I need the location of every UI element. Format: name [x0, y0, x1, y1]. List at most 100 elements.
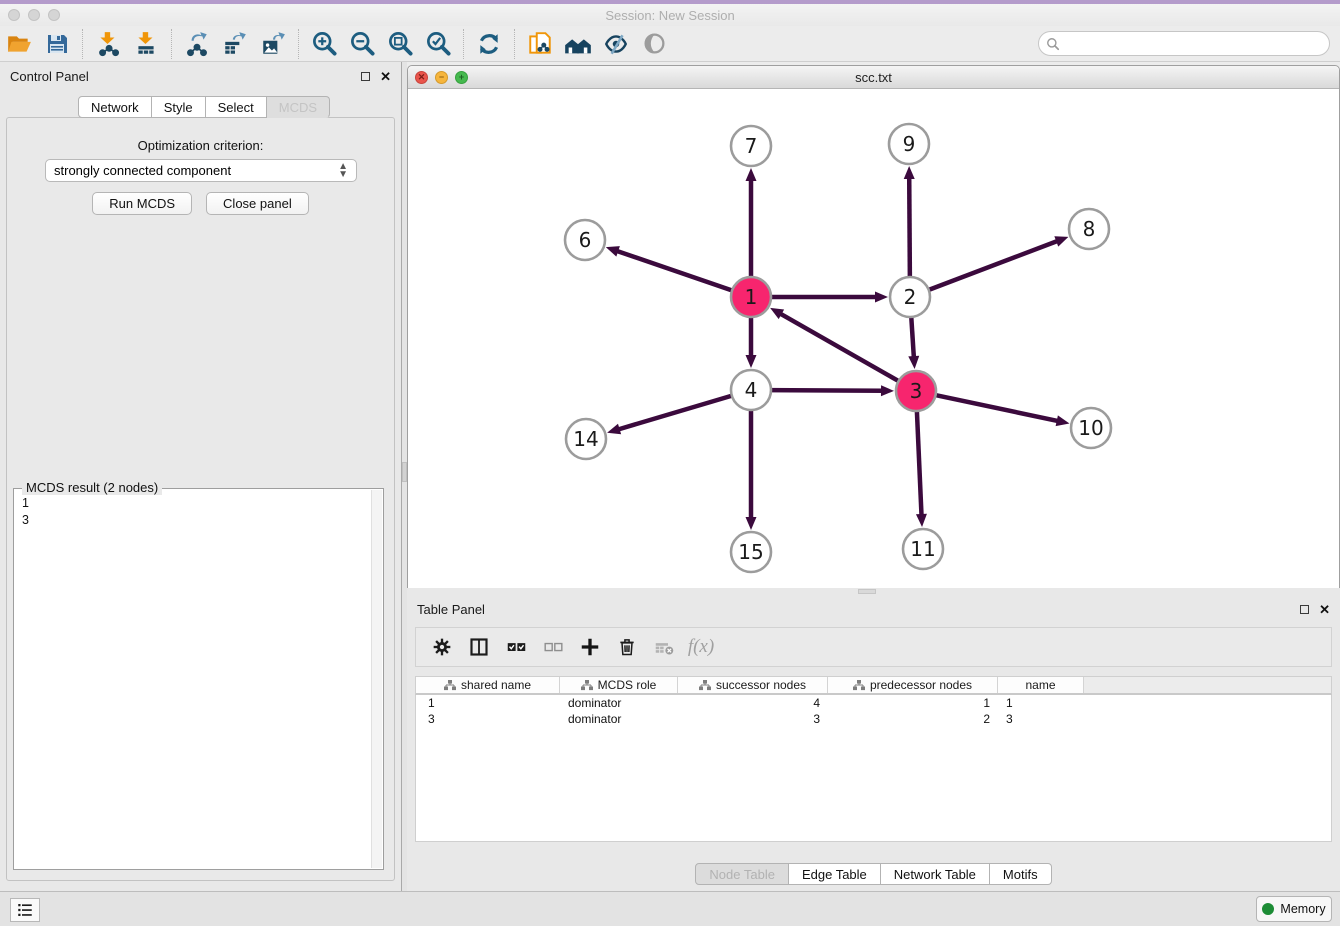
table-cell[interactable]: 3 [416, 712, 560, 726]
column-header-successor-nodes[interactable]: successor nodes [678, 677, 828, 693]
graph-node-label: 7 [745, 134, 758, 158]
column-header-MCDS-role[interactable]: MCDS role [560, 677, 678, 693]
create-column-icon[interactable] [576, 633, 604, 661]
table-cell[interactable]: dominator [560, 696, 678, 710]
search-input[interactable] [1064, 37, 1329, 51]
column-header-predecessor-nodes[interactable]: predecessor nodes [828, 677, 998, 693]
column-header-name[interactable]: name [998, 677, 1084, 693]
table-cell[interactable]: dominator [560, 712, 678, 726]
export-image-icon[interactable] [254, 28, 292, 60]
fit-content-icon[interactable] [559, 28, 597, 60]
search-box[interactable] [1038, 31, 1330, 56]
table-panel-title: Table Panel [417, 602, 485, 617]
close-panel-button[interactable]: Close panel [206, 192, 309, 215]
column-header-shared-name[interactable]: shared name [416, 677, 560, 693]
zoom-in-icon[interactable] [305, 28, 343, 60]
tab-network-table[interactable]: Network Table [881, 863, 990, 885]
graph-edge[interactable] [780, 313, 901, 382]
graph-edge-arrow [607, 424, 621, 435]
zoom-selected-icon[interactable] [419, 28, 457, 60]
table-body[interactable]: 1dominator4113dominator323 [415, 695, 1332, 842]
show-columns-icon[interactable] [465, 633, 493, 661]
table-tabs: Node Table Edge Table Network Table Moti… [407, 863, 1340, 885]
table-row[interactable]: 1dominator411 [416, 695, 1331, 711]
table-cell[interactable]: 1 [828, 696, 998, 710]
open-session-icon[interactable] [0, 28, 38, 60]
table-cell[interactable]: 4 [678, 696, 828, 710]
network-window-titlebar[interactable]: ✕ − + scc.txt [408, 66, 1339, 89]
graph-edge-arrow [746, 517, 757, 530]
graph-edge[interactable] [616, 251, 734, 291]
delete-table-icon [650, 633, 678, 661]
graph-node-label: 3 [910, 379, 923, 403]
table-cell[interactable]: 1 [416, 696, 560, 710]
float-panel-icon[interactable] [361, 72, 370, 81]
tab-motifs[interactable]: Motifs [990, 863, 1052, 885]
export-network-icon[interactable] [178, 28, 216, 60]
graph-edge-arrow [881, 385, 894, 396]
unselect-all-columns-icon[interactable] [539, 633, 567, 661]
graph-edge[interactable] [769, 390, 883, 391]
network-canvas[interactable]: 1234678910111415 [408, 89, 1339, 588]
tab-node-table[interactable]: Node Table [695, 863, 789, 885]
result-scrollbar[interactable] [371, 490, 382, 868]
network-minimize-button[interactable]: − [435, 71, 448, 84]
zoom-out-icon[interactable] [343, 28, 381, 60]
mcds-panel: Optimization criterion: strongly connect… [6, 117, 395, 881]
birdseye-view-icon[interactable] [635, 28, 673, 60]
horizontal-splitter[interactable] [407, 588, 1340, 595]
memory-button[interactable]: Memory [1256, 896, 1332, 922]
graph-edge[interactable] [934, 395, 1059, 421]
criterion-value: strongly connected component [54, 163, 231, 178]
run-mcds-button[interactable]: Run MCDS [92, 192, 192, 215]
table-cell[interactable]: 2 [828, 712, 998, 726]
delete-column-trash-icon[interactable] [613, 633, 641, 661]
tab-style[interactable]: Style [152, 96, 206, 118]
tab-select[interactable]: Select [206, 96, 267, 118]
table-cell[interactable]: 1 [998, 696, 1084, 710]
network-close-button[interactable]: ✕ [415, 71, 428, 84]
tab-edge-table[interactable]: Edge Table [789, 863, 881, 885]
import-table-icon[interactable] [127, 28, 165, 60]
refresh-view-icon[interactable] [470, 28, 508, 60]
close-panel-icon[interactable]: ✕ [380, 70, 391, 83]
graph-node-label: 4 [745, 378, 758, 402]
float-table-panel-icon[interactable] [1300, 605, 1309, 614]
close-table-panel-icon[interactable]: ✕ [1319, 603, 1330, 616]
table-cell[interactable]: 3 [998, 712, 1084, 726]
graph-edge-arrow [606, 246, 620, 256]
function-builder-icon: f(x) [687, 633, 715, 661]
export-table-icon[interactable] [216, 28, 254, 60]
graph-edge[interactable] [917, 409, 922, 516]
graph-edge[interactable] [911, 315, 914, 358]
graph-edge-arrow [908, 356, 919, 369]
graphics-details-icon[interactable] [597, 28, 635, 60]
clone-network-icon[interactable] [521, 28, 559, 60]
zoom-fit-icon[interactable] [381, 28, 419, 60]
toolbar-separator [82, 29, 83, 59]
graph-node-label: 11 [910, 537, 935, 561]
network-window-title: scc.txt [408, 70, 1339, 85]
save-session-icon[interactable] [38, 28, 76, 60]
import-network-icon[interactable] [89, 28, 127, 60]
table-cell[interactable]: 3 [678, 712, 828, 726]
select-all-columns-icon[interactable] [502, 633, 530, 661]
memory-status-icon [1262, 903, 1274, 915]
table-toolbar: f(x) [415, 627, 1332, 667]
graph-edge-arrow [746, 168, 757, 181]
graph-edge-arrow [1056, 415, 1070, 426]
task-history-button[interactable] [10, 898, 40, 922]
graph-edge[interactable] [927, 241, 1058, 291]
table-row[interactable]: 3dominator323 [416, 711, 1331, 727]
graph-edge-arrow [746, 355, 757, 368]
network-maximize-button[interactable]: + [455, 71, 468, 84]
graph-edge[interactable] [618, 395, 734, 429]
graph-edge[interactable] [909, 177, 910, 279]
graph-node-label: 9 [903, 132, 916, 156]
tab-mcds[interactable]: MCDS [267, 96, 330, 118]
hierarchy-icon [444, 680, 456, 691]
criterion-select[interactable]: strongly connected component ▲▼ [45, 159, 357, 182]
table-settings-gear-icon[interactable] [428, 633, 456, 661]
tab-network[interactable]: Network [78, 96, 152, 118]
mcds-result-text[interactable]: 1 3 [16, 493, 370, 867]
